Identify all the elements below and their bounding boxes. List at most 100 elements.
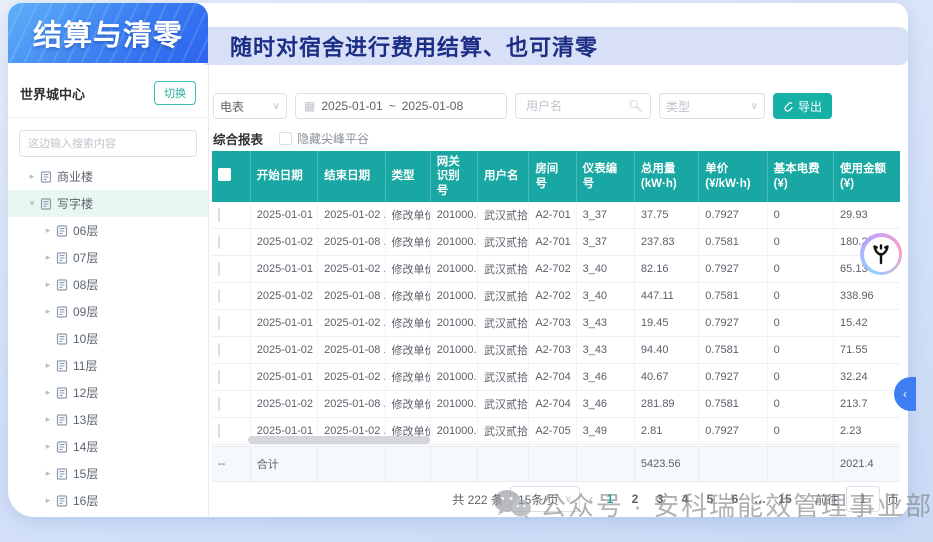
caret-right-icon[interactable]: ▸ bbox=[42, 495, 54, 506]
caret-right-icon[interactable]: ▸ bbox=[42, 279, 54, 290]
row-checkbox[interactable] bbox=[218, 235, 220, 250]
caret-right-icon[interactable]: ▸ bbox=[42, 441, 54, 452]
horizontal-scrollbar[interactable] bbox=[212, 436, 900, 444]
tree-item-14层[interactable]: ▸ 14层 bbox=[8, 433, 208, 460]
tree-item-label: 14层 bbox=[73, 440, 99, 454]
table-row[interactable]: 2025-01-01 ...2025-01-02 ...修改单价201000..… bbox=[212, 202, 900, 230]
goto-page-input[interactable] bbox=[845, 486, 880, 512]
table-row[interactable]: 2025-01-02 ...2025-01-08 ...修改单价201000..… bbox=[212, 336, 900, 365]
export-button[interactable]: 导出 bbox=[773, 93, 833, 119]
column-header[interactable]: 基本电费(¥) bbox=[767, 151, 835, 203]
brand-float-button[interactable] bbox=[860, 233, 902, 275]
table-cell: 3_37 bbox=[576, 202, 635, 230]
table-cell: 0.7581 bbox=[698, 228, 768, 257]
meter-type-value: 电表 bbox=[220, 99, 245, 114]
hide-peak-checkbox[interactable]: 隐藏尖峰平谷 bbox=[279, 130, 369, 147]
tree-item-09层[interactable]: ▸ 09层 bbox=[8, 298, 208, 325]
select-all-checkbox[interactable] bbox=[218, 167, 231, 181]
tree-item-12层[interactable]: ▸ 12层 bbox=[8, 379, 208, 406]
column-header[interactable]: 单价(¥/kW·h) bbox=[698, 151, 768, 203]
next-page-button[interactable]: › bbox=[800, 492, 808, 506]
tree-search-input[interactable] bbox=[19, 130, 197, 157]
date-range-picker[interactable]: ▦ 2025-01-01 ~ 2025-01-08 bbox=[295, 93, 507, 119]
building-icon bbox=[56, 440, 68, 453]
caret-right-icon[interactable]: ▸ bbox=[42, 414, 54, 425]
column-header[interactable]: 总用量(kW·h) bbox=[634, 151, 700, 203]
table-cell: 2025-01-02 ... bbox=[317, 202, 386, 230]
table-row[interactable]: 2025-01-02 ...2025-01-08 ...修改单价201000..… bbox=[212, 228, 900, 257]
tree-item-label: 商业楼 bbox=[57, 170, 94, 184]
select-all-header[interactable] bbox=[212, 151, 251, 203]
table-cell: 0.7927 bbox=[698, 255, 768, 284]
column-header[interactable]: 使用金额(¥) bbox=[833, 151, 900, 203]
caret-right-icon[interactable]: ▸ bbox=[42, 468, 54, 479]
column-header[interactable]: 网关识别号 bbox=[430, 151, 479, 203]
main-panel: 电表 ∨ ▦ 2025-01-01 ~ 2025-01-08 🔍︎ 类型 ∨ bbox=[209, 65, 908, 517]
tree-item-商业楼[interactable]: ▸ 商业楼 bbox=[8, 163, 208, 190]
table-cell: 修改单价 bbox=[385, 255, 431, 284]
caret-right-icon[interactable]: ▸ bbox=[42, 252, 54, 263]
row-checkbox[interactable] bbox=[218, 289, 220, 304]
table-cell: 武汉贰拾... bbox=[477, 309, 530, 338]
column-header[interactable]: 开始日期 bbox=[250, 151, 319, 203]
page-number-4[interactable]: 4 bbox=[677, 492, 693, 506]
tab-comprehensive-report[interactable]: 综合报表 bbox=[213, 129, 263, 148]
tree-item-10层[interactable]: 10层 bbox=[8, 325, 208, 352]
caret-right-icon[interactable]: ▸ bbox=[42, 387, 54, 398]
row-checkbox[interactable] bbox=[218, 316, 220, 331]
switch-site-button[interactable]: 切换 bbox=[154, 81, 196, 105]
caret-down-icon[interactable]: ▾ bbox=[26, 198, 38, 209]
tree-item-07层[interactable]: ▸ 07层 bbox=[8, 244, 208, 271]
row-checkbox[interactable] bbox=[218, 262, 220, 277]
table-row[interactable]: 2025-01-02 ...2025-01-08 ...修改单价201000..… bbox=[212, 282, 900, 311]
tree-item-16层[interactable]: ▸ 16层 bbox=[8, 487, 208, 514]
tree-item-写字楼[interactable]: ▾ 写字楼 bbox=[8, 190, 208, 217]
table-cell: 82.16 bbox=[634, 255, 700, 284]
column-header[interactable]: 用户名 bbox=[477, 151, 530, 203]
subtitle-strip: 随时对宿舍进行费用结算、也可清零 bbox=[204, 27, 908, 65]
search-icon[interactable]: 🔍︎ bbox=[628, 99, 643, 113]
table-row[interactable]: 2025-01-01 ...2025-01-02 ...修改单价201000..… bbox=[212, 309, 900, 338]
column-header[interactable]: 仪表编号 bbox=[576, 151, 635, 203]
row-select-cell bbox=[212, 363, 251, 392]
column-header[interactable]: 类型 bbox=[385, 151, 431, 203]
page-number-15[interactable]: 15 bbox=[777, 492, 793, 506]
caret-right-icon[interactable]: ▸ bbox=[42, 306, 54, 317]
summary-cell bbox=[528, 446, 577, 482]
type-select[interactable]: 类型 ∨ bbox=[659, 93, 765, 119]
page-number-6[interactable]: 6 bbox=[727, 492, 743, 506]
tree-item-13层[interactable]: ▸ 13层 bbox=[8, 406, 208, 433]
table-row[interactable]: 2025-01-01 ...2025-01-02 ...修改单价201000..… bbox=[212, 363, 900, 392]
prev-page-button[interactable]: ‹ bbox=[587, 492, 595, 506]
page-number-1[interactable]: 1 bbox=[602, 492, 618, 506]
column-header[interactable]: 房间号 bbox=[528, 151, 577, 203]
tree-item-17层[interactable]: ▸17层 bbox=[8, 514, 208, 517]
meter-type-select[interactable]: 电表 ∨ bbox=[213, 93, 287, 119]
row-checkbox[interactable] bbox=[218, 343, 220, 358]
username-input[interactable] bbox=[524, 98, 628, 114]
summary-cell bbox=[698, 446, 768, 482]
page-number-2[interactable]: 2 bbox=[627, 492, 643, 506]
building-icon bbox=[56, 251, 68, 264]
chevron-left-icon: ‹ bbox=[903, 387, 907, 401]
column-header[interactable]: 结束日期 bbox=[317, 151, 386, 203]
row-checkbox[interactable] bbox=[218, 370, 220, 385]
table-row[interactable]: 2025-01-02 ...2025-01-08 ...修改单价201000..… bbox=[212, 390, 900, 419]
page-number-5[interactable]: 5 bbox=[702, 492, 718, 506]
caret-right-icon[interactable]: ▸ bbox=[42, 360, 54, 371]
table-row[interactable]: 2025-01-01 ...2025-01-02 ...修改单价201000..… bbox=[212, 255, 900, 284]
tree-item-06层[interactable]: ▸ 06层 bbox=[8, 217, 208, 244]
scrollbar-thumb[interactable] bbox=[248, 436, 430, 444]
caret-right-icon[interactable]: ▸ bbox=[42, 225, 54, 236]
building-icon bbox=[40, 197, 52, 210]
tree-item-08层[interactable]: ▸ 08层 bbox=[8, 271, 208, 298]
tree-item-15层[interactable]: ▸ 15层 bbox=[8, 460, 208, 487]
row-checkbox[interactable] bbox=[218, 208, 220, 223]
caret-right-icon[interactable]: ▸ bbox=[26, 171, 38, 182]
chevron-down-icon: ∨ bbox=[272, 100, 280, 112]
tree-item-11层[interactable]: ▸ 11层 bbox=[8, 352, 208, 379]
checkbox-icon[interactable] bbox=[279, 132, 293, 145]
row-checkbox[interactable] bbox=[218, 397, 220, 412]
page-number-3[interactable]: 3 bbox=[652, 492, 668, 506]
page-size-select[interactable]: 15条/页 ∨ bbox=[509, 486, 580, 512]
